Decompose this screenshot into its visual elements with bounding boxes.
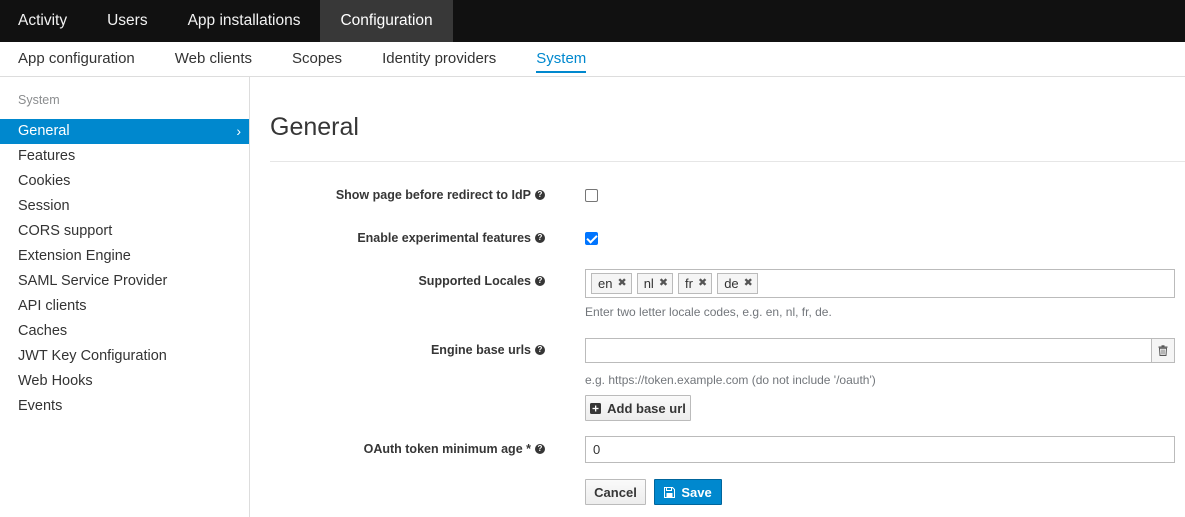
engine-label: Engine base urls ? — [431, 343, 545, 357]
sub-nav: App configuration Web clients Scopes Ide… — [0, 42, 1185, 77]
sidebar-item-web-hooks[interactable]: Web Hooks — [0, 369, 249, 394]
sidebar-item-features[interactable]: Features — [0, 144, 249, 169]
locale-chip: de ✖ — [717, 273, 758, 294]
tab-users[interactable]: Users — [87, 0, 167, 42]
chevron-right-icon: › — [236, 123, 241, 139]
remove-icon[interactable]: ✖ — [698, 274, 707, 293]
tab-configuration[interactable]: Configuration — [320, 0, 453, 42]
title-divider — [270, 161, 1185, 162]
cancel-button[interactable]: Cancel — [585, 479, 646, 505]
plus-square-icon — [590, 402, 602, 414]
save-label: Save — [681, 484, 712, 500]
locales-input[interactable]: en ✖ nl ✖ fr ✖ de ✖ — [585, 269, 1175, 298]
help-icon[interactable]: ? — [535, 233, 545, 243]
add-base-url-button[interactable]: Add base url — [585, 395, 691, 421]
remove-icon[interactable]: ✖ — [617, 274, 626, 293]
sidebar-item-label: General — [18, 123, 70, 139]
sidebar-item-general[interactable]: General › — [0, 119, 249, 144]
sidebar-section-title: System — [18, 93, 60, 107]
experimental-label: Enable experimental features ? — [357, 231, 545, 245]
locale-chip-label: de — [724, 276, 739, 291]
sidebar-item-events[interactable]: Events — [0, 394, 249, 419]
tab-activity[interactable]: Activity — [0, 0, 87, 42]
save-icon — [664, 486, 676, 498]
sidebar-item-api-clients[interactable]: API clients — [0, 294, 249, 319]
save-button[interactable]: Save — [654, 479, 722, 505]
sidebar-item-caches[interactable]: Caches — [0, 319, 249, 344]
remove-icon[interactable]: ✖ — [744, 274, 753, 293]
sidebar-item-jwt-key-configuration[interactable]: JWT Key Configuration — [0, 344, 249, 369]
sidebar: System General › Features Cookies Sessio… — [0, 77, 250, 517]
remove-icon[interactable]: ✖ — [659, 274, 668, 293]
help-icon[interactable]: ? — [535, 345, 545, 355]
trash-icon — [1158, 345, 1168, 356]
locale-chip: fr ✖ — [678, 273, 713, 294]
show-page-label-text: Show page before redirect to IdP — [335, 188, 531, 202]
engine-label-text: Engine base urls — [430, 343, 531, 357]
locales-hint: Enter two letter locale codes, e.g. en, … — [585, 305, 832, 319]
delete-url-button[interactable] — [1151, 338, 1175, 363]
sidebar-item-cookies[interactable]: Cookies — [0, 169, 249, 194]
subtab-web-clients[interactable]: Web clients — [175, 42, 252, 76]
subtab-system[interactable]: System — [536, 42, 587, 76]
sidebar-item-cors-support[interactable]: CORS support — [0, 219, 249, 244]
locale-chip-label: fr — [685, 276, 693, 291]
sidebar-item-extension-engine[interactable]: Extension Engine — [0, 244, 249, 269]
add-base-url-label: Add base url — [607, 400, 686, 416]
oauth-label: OAuth token minimum age * ? — [364, 442, 545, 456]
experimental-checkbox[interactable] — [585, 232, 598, 245]
tab-app-installations[interactable]: App installations — [168, 0, 321, 42]
locales-label: Supported Locales ? — [418, 274, 545, 288]
experimental-label-text: Enable experimental features — [357, 231, 531, 245]
locale-chip: nl ✖ — [636, 273, 674, 294]
cancel-label: Cancel — [594, 484, 637, 500]
engine-url-input[interactable] — [585, 338, 1152, 363]
engine-hint: e.g. https://token.example.com (do not i… — [585, 373, 876, 387]
top-nav: Activity Users App installations Configu… — [0, 0, 1185, 42]
help-icon[interactable]: ? — [535, 444, 545, 454]
page-title: General — [270, 113, 359, 141]
subtab-identity-providers[interactable]: Identity providers — [382, 42, 496, 76]
locale-chip-label: en — [598, 276, 613, 291]
oauth-min-age-input[interactable]: 0 — [585, 436, 1175, 463]
locales-label-text: Supported Locales — [418, 274, 531, 288]
oauth-label-text: OAuth token minimum age * — [363, 442, 531, 456]
sidebar-item-saml-service-provider[interactable]: SAML Service Provider — [0, 269, 249, 294]
locale-chip: en ✖ — [591, 273, 632, 294]
show-page-label: Show page before redirect to IdP ? — [336, 188, 545, 202]
show-page-checkbox[interactable] — [585, 189, 598, 202]
subtab-app-configuration[interactable]: App configuration — [18, 42, 135, 76]
help-icon[interactable]: ? — [535, 190, 545, 200]
subtab-scopes[interactable]: Scopes — [292, 42, 342, 76]
locale-chip-label: nl — [643, 276, 654, 291]
help-icon[interactable]: ? — [535, 276, 545, 286]
sidebar-item-session[interactable]: Session — [0, 194, 249, 219]
